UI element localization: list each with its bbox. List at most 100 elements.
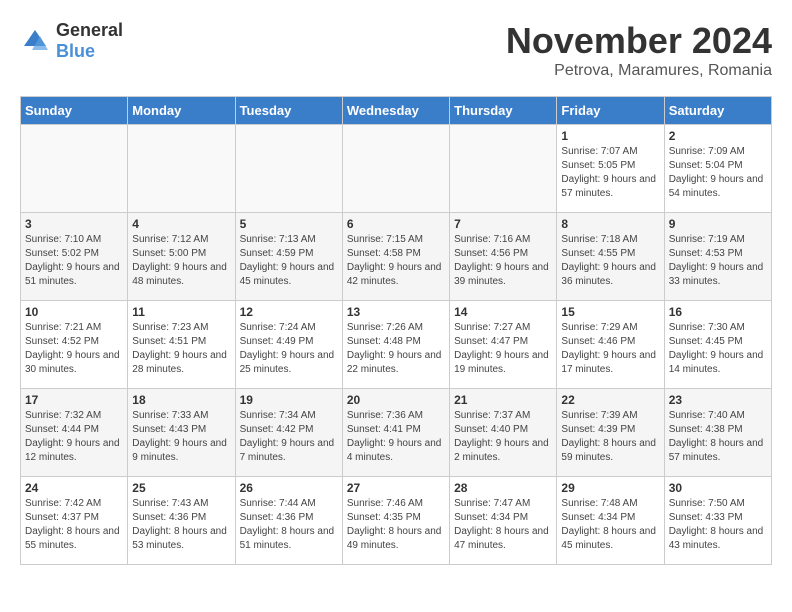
calendar-cell: 1Sunrise: 7:07 AM Sunset: 5:05 PM Daylig…	[557, 125, 664, 213]
weekday-thursday: Thursday	[450, 97, 557, 125]
month-title: November 2024	[506, 20, 772, 62]
calendar-cell: 14 Sunrise: 7:27 AM Sunset: 4:47 PM Dayli…	[450, 301, 557, 389]
calendar-cell: 19 Sunrise: 7:34 AM Sunset: 4:42 PM Dayli…	[235, 389, 342, 477]
week-row-2: 10Sunrise: 7:21 AM Sunset: 4:52 PM Dayli…	[21, 301, 772, 389]
day-number: 14	[454, 305, 552, 319]
day-number: 13	[347, 305, 445, 319]
calendar-cell: 26Sunrise: 7:44 AM Sunset: 4:36 PM Dayli…	[235, 477, 342, 565]
day-info: Sunrise: 7:10 AM Sunset: 5:02 PM Dayligh…	[25, 233, 123, 289]
weekday-sunday: Sunday	[21, 97, 128, 125]
day-number: 24	[25, 481, 123, 495]
day-info: Sunrise: 7:33 AM Sunset: 4:43 PM Dayligh…	[132, 409, 230, 465]
day-number: 1	[561, 129, 659, 143]
day-number: 10	[25, 305, 123, 319]
day-number: 21	[454, 393, 552, 407]
day-number: 19	[240, 393, 338, 407]
day-number: 3	[25, 217, 123, 231]
logo: General Blue	[20, 20, 123, 62]
day-number: 4	[132, 217, 230, 231]
calendar-cell	[450, 125, 557, 213]
calendar-cell: 22Sunrise: 7:39 AM Sunset: 4:39 PM Dayli…	[557, 389, 664, 477]
calendar-cell: 21 Sunrise: 7:37 AM Sunset: 4:40 PM Dayli…	[450, 389, 557, 477]
day-info: Sunrise: 7:50 AM Sunset: 4:33 PM Dayligh…	[669, 497, 767, 553]
day-info: Sunrise: 7:30 AM Sunset: 4:45 PM Dayligh…	[669, 321, 767, 377]
calendar-cell: 8 Sunrise: 7:18 AM Sunset: 4:55 PM Daylig…	[557, 213, 664, 301]
day-number: 15	[561, 305, 659, 319]
calendar-cell: 4 Sunrise: 7:12 AM Sunset: 5:00 PM Daylig…	[128, 213, 235, 301]
day-info: Sunrise: 7:34 AM Sunset: 4:42 PM Dayligh…	[240, 409, 338, 465]
day-info: Sunrise: 7:13 AM Sunset: 4:59 PM Dayligh…	[240, 233, 338, 289]
day-number: 18	[132, 393, 230, 407]
day-info: Sunrise: 7:27 AM Sunset: 4:47 PM Dayligh…	[454, 321, 552, 377]
day-number: 20	[347, 393, 445, 407]
calendar-cell: 20Sunrise: 7:36 AM Sunset: 4:41 PM Dayli…	[342, 389, 449, 477]
day-info: Sunrise: 7:42 AM Sunset: 4:37 PM Dayligh…	[25, 497, 123, 553]
page-header: General Blue November 2024 Petrova, Mara…	[20, 20, 772, 80]
calendar-cell: 16 Sunrise: 7:30 AM Sunset: 4:45 PM Dayli…	[664, 301, 771, 389]
day-info: Sunrise: 7:18 AM Sunset: 4:55 PM Dayligh…	[561, 233, 659, 289]
logo-icon	[20, 26, 50, 56]
calendar-cell: 17 Sunrise: 7:32 AM Sunset: 4:44 PM Dayli…	[21, 389, 128, 477]
week-row-3: 17 Sunrise: 7:32 AM Sunset: 4:44 PM Dayli…	[21, 389, 772, 477]
day-number: 16	[669, 305, 767, 319]
day-number: 12	[240, 305, 338, 319]
week-row-1: 3 Sunrise: 7:10 AM Sunset: 5:02 PM Daylig…	[21, 213, 772, 301]
calendar-cell: 18 Sunrise: 7:33 AM Sunset: 4:43 PM Dayli…	[128, 389, 235, 477]
calendar-cell: 5Sunrise: 7:13 AM Sunset: 4:59 PM Daylig…	[235, 213, 342, 301]
day-info: Sunrise: 7:43 AM Sunset: 4:36 PM Dayligh…	[132, 497, 230, 553]
day-info: Sunrise: 7:32 AM Sunset: 4:44 PM Dayligh…	[25, 409, 123, 465]
title-section: November 2024 Petrova, Maramures, Romani…	[506, 20, 772, 80]
weekday-tuesday: Tuesday	[235, 97, 342, 125]
calendar-cell	[21, 125, 128, 213]
calendar-cell: 13 Sunrise: 7:26 AM Sunset: 4:48 PM Dayli…	[342, 301, 449, 389]
calendar-cell: 28Sunrise: 7:47 AM Sunset: 4:34 PM Dayli…	[450, 477, 557, 565]
weekday-saturday: Saturday	[664, 97, 771, 125]
day-info: Sunrise: 7:47 AM Sunset: 4:34 PM Dayligh…	[454, 497, 552, 553]
calendar-table: SundayMondayTuesdayWednesdayThursdayFrid…	[20, 96, 772, 565]
day-number: 2	[669, 129, 767, 143]
day-info: Sunrise: 7:15 AM Sunset: 4:58 PM Dayligh…	[347, 233, 445, 289]
calendar-cell: 24 Sunrise: 7:42 AM Sunset: 4:37 PM Dayli…	[21, 477, 128, 565]
day-number: 17	[25, 393, 123, 407]
day-number: 26	[240, 481, 338, 495]
day-info: Sunrise: 7:12 AM Sunset: 5:00 PM Dayligh…	[132, 233, 230, 289]
day-number: 30	[669, 481, 767, 495]
location-title: Petrova, Maramures, Romania	[506, 62, 772, 80]
calendar-cell: 27Sunrise: 7:46 AM Sunset: 4:35 PM Dayli…	[342, 477, 449, 565]
logo-blue: Blue	[56, 41, 95, 61]
calendar-cell: 10Sunrise: 7:21 AM Sunset: 4:52 PM Dayli…	[21, 301, 128, 389]
calendar-cell	[342, 125, 449, 213]
calendar-cell: 3 Sunrise: 7:10 AM Sunset: 5:02 PM Daylig…	[21, 213, 128, 301]
calendar-cell: 7Sunrise: 7:16 AM Sunset: 4:56 PM Daylig…	[450, 213, 557, 301]
day-number: 29	[561, 481, 659, 495]
day-info: Sunrise: 7:16 AM Sunset: 4:56 PM Dayligh…	[454, 233, 552, 289]
day-number: 27	[347, 481, 445, 495]
day-info: Sunrise: 7:48 AM Sunset: 4:34 PM Dayligh…	[561, 497, 659, 553]
logo-general: General	[56, 20, 123, 40]
calendar-cell: 9 Sunrise: 7:19 AM Sunset: 4:53 PM Daylig…	[664, 213, 771, 301]
day-number: 8	[561, 217, 659, 231]
week-row-0: 1Sunrise: 7:07 AM Sunset: 5:05 PM Daylig…	[21, 125, 772, 213]
day-info: Sunrise: 7:19 AM Sunset: 4:53 PM Dayligh…	[669, 233, 767, 289]
calendar-body: 1Sunrise: 7:07 AM Sunset: 5:05 PM Daylig…	[21, 125, 772, 565]
day-number: 6	[347, 217, 445, 231]
calendar-cell: 30 Sunrise: 7:50 AM Sunset: 4:33 PM Dayli…	[664, 477, 771, 565]
calendar-cell	[235, 125, 342, 213]
calendar-cell: 6 Sunrise: 7:15 AM Sunset: 4:58 PM Daylig…	[342, 213, 449, 301]
day-number: 9	[669, 217, 767, 231]
day-info: Sunrise: 7:24 AM Sunset: 4:49 PM Dayligh…	[240, 321, 338, 377]
day-info: Sunrise: 7:09 AM Sunset: 5:04 PM Dayligh…	[669, 145, 767, 201]
calendar-cell: 25Sunrise: 7:43 AM Sunset: 4:36 PM Dayli…	[128, 477, 235, 565]
calendar-cell: 2 Sunrise: 7:09 AM Sunset: 5:04 PM Daylig…	[664, 125, 771, 213]
weekday-wednesday: Wednesday	[342, 97, 449, 125]
day-number: 22	[561, 393, 659, 407]
calendar-cell: 11Sunrise: 7:23 AM Sunset: 4:51 PM Dayli…	[128, 301, 235, 389]
day-number: 23	[669, 393, 767, 407]
day-info: Sunrise: 7:26 AM Sunset: 4:48 PM Dayligh…	[347, 321, 445, 377]
weekday-friday: Friday	[557, 97, 664, 125]
weekday-header-row: SundayMondayTuesdayWednesdayThursdayFrid…	[21, 97, 772, 125]
weekday-monday: Monday	[128, 97, 235, 125]
calendar-cell: 15 Sunrise: 7:29 AM Sunset: 4:46 PM Dayli…	[557, 301, 664, 389]
day-info: Sunrise: 7:29 AM Sunset: 4:46 PM Dayligh…	[561, 321, 659, 377]
day-info: Sunrise: 7:37 AM Sunset: 4:40 PM Dayligh…	[454, 409, 552, 465]
